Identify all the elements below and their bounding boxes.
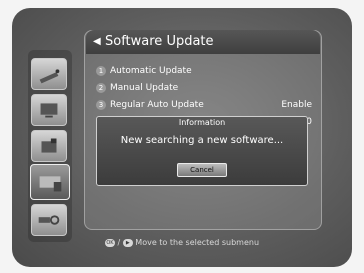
item-number: 1 [96, 66, 106, 76]
cancel-button[interactable]: Cancel [177, 163, 227, 177]
right-arrow-key-icon: ▶ [122, 239, 133, 247]
menu-item-manual-update[interactable]: 2 Manual Update [96, 81, 316, 95]
item-number: 3 [96, 100, 106, 110]
item-label: Manual Update [110, 83, 179, 93]
ok-key-icon: OK [104, 239, 115, 247]
item-label: Automatic Update [110, 66, 192, 76]
help-hint: OK / ▶ Move to the selected submenu [104, 238, 260, 247]
item-label: Regular Auto Update [110, 100, 204, 110]
title-bar: ◀ Software Update [86, 30, 320, 54]
hint-text: Move to the selected submenu [135, 238, 260, 247]
dialog-message: New searching a new software... [120, 135, 284, 146]
page-title: Software Update [105, 34, 214, 49]
item-number: 2 [96, 83, 106, 93]
menu-item-regular-auto-update[interactable]: 3 Regular Auto Update Enable [96, 98, 316, 112]
menu-item-automatic-update[interactable]: 1 Automatic Update [96, 64, 316, 78]
tv-icon[interactable] [31, 94, 67, 126]
item-value: Enable [281, 100, 312, 110]
dialog-title: Information [178, 118, 226, 127]
usb-search-icon[interactable] [31, 204, 67, 236]
menu-rail [28, 50, 72, 242]
update-icon[interactable] [30, 164, 70, 200]
information-dialog: Information New searching a new software… [96, 116, 308, 186]
satellite-icon[interactable] [31, 58, 67, 90]
setup-icon[interactable] [31, 130, 67, 162]
back-arrow-icon[interactable]: ◀ [93, 30, 101, 54]
